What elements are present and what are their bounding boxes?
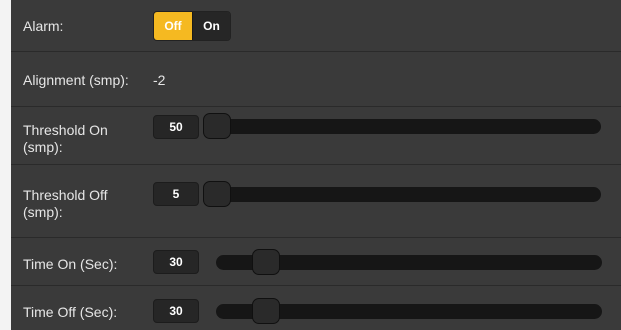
alarm-on-button[interactable]: On <box>192 12 230 40</box>
threshold-on-label-line2: (smp): <box>23 139 63 155</box>
threshold-off-label: Threshold Off (smp): <box>23 187 108 221</box>
time-off-slider-thumb[interactable] <box>251 298 280 324</box>
time-on-label: Time On (Sec): <box>23 256 118 272</box>
alignment-value: -2 <box>153 72 166 88</box>
threshold-off-row: Threshold Off (smp): 5 <box>11 165 621 238</box>
alarm-settings-panel: Alarm: Off On Alignment (smp): -2 Thresh… <box>11 0 621 330</box>
threshold-on-label: Threshold On (smp): <box>23 122 108 156</box>
threshold-off-label-line2: (smp): <box>23 204 63 220</box>
threshold-off-slider-track[interactable] <box>203 187 601 202</box>
threshold-on-row: Threshold On (smp): 50 <box>11 107 621 165</box>
time-on-value-box[interactable]: 30 <box>153 250 199 274</box>
threshold-off-slider-thumb[interactable] <box>203 181 231 207</box>
alarm-label: Alarm: <box>23 18 64 34</box>
time-on-slider-thumb[interactable] <box>251 249 280 275</box>
threshold-on-value-box[interactable]: 50 <box>153 115 199 139</box>
time-on-row: Time On (Sec): 30 <box>11 238 621 286</box>
threshold-on-slider-thumb[interactable] <box>203 113 231 139</box>
alarm-off-button[interactable]: Off <box>154 12 192 40</box>
alarm-row: Alarm: Off On <box>11 0 621 52</box>
threshold-on-slider-track[interactable] <box>203 119 601 134</box>
alarm-toggle: Off On <box>153 11 231 41</box>
time-off-label: Time Off (Sec): <box>23 304 118 320</box>
alignment-label: Alignment (smp): <box>23 72 129 88</box>
alignment-row: Alignment (smp): -2 <box>11 52 621 107</box>
time-off-value-box[interactable]: 30 <box>153 299 199 323</box>
threshold-off-label-line1: Threshold Off <box>23 187 108 203</box>
time-off-row: Time Off (Sec): 30 <box>11 286 621 330</box>
threshold-on-label-line1: Threshold On <box>23 122 108 138</box>
threshold-off-value-box[interactable]: 5 <box>153 182 199 206</box>
